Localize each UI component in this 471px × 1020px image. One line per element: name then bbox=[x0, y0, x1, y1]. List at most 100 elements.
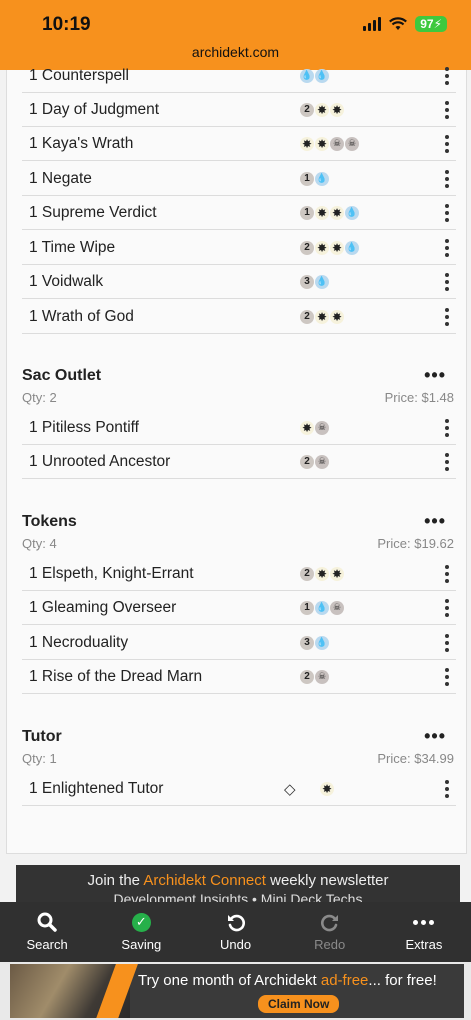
ad-text-pre: Try one month of Archidekt bbox=[138, 972, 321, 989]
mana-blue-icon: 💧 bbox=[315, 274, 329, 289]
kebab-menu-icon[interactable] bbox=[444, 66, 450, 85]
card-row[interactable]: 1 Unrooted Ancestor 2 ☠ bbox=[22, 445, 456, 479]
redo-button[interactable]: Redo bbox=[283, 902, 377, 962]
card-row[interactable]: 1 Wrath of God 2 ✸ ✸ bbox=[22, 300, 456, 334]
kebab-menu-icon[interactable] bbox=[444, 598, 450, 617]
mana-white-icon: ✸ bbox=[315, 205, 329, 220]
mana-generic-icon: 3 bbox=[300, 274, 314, 289]
mana-generic-icon: 2 bbox=[300, 309, 314, 324]
kebab-menu-icon[interactable] bbox=[444, 272, 450, 291]
kebab-menu-icon[interactable] bbox=[444, 418, 450, 437]
mana-white-icon: ✸ bbox=[330, 309, 344, 324]
redo-icon bbox=[320, 914, 338, 932]
undo-button[interactable]: Undo bbox=[188, 902, 282, 962]
card-name[interactable]: 1 Time Wipe bbox=[29, 239, 115, 257]
saving-button[interactable]: ✓ Saving bbox=[94, 902, 188, 962]
card-name[interactable]: 1 Pitiless Pontiff bbox=[29, 419, 139, 437]
search-button[interactable]: Search bbox=[0, 902, 94, 962]
card-name[interactable]: 1 Necroduality bbox=[29, 634, 128, 652]
mana-black-icon: ☠ bbox=[315, 669, 329, 684]
mana-white-icon: ✸ bbox=[315, 102, 329, 117]
kebab-menu-icon[interactable] bbox=[444, 633, 450, 652]
card-name[interactable]: 1 Gleaming Overseer bbox=[29, 599, 176, 617]
undo-icon bbox=[227, 914, 245, 932]
section-qty: Qty: 4 bbox=[22, 536, 57, 551]
extras-label: Extras bbox=[405, 937, 443, 952]
mana-white-icon: ✸ bbox=[300, 136, 314, 151]
kebab-menu-icon[interactable] bbox=[444, 100, 450, 119]
card-name[interactable]: 1 Counterspell bbox=[29, 67, 129, 85]
section-qty: Qty: 2 bbox=[22, 390, 57, 405]
deck-list: 1 Counterspell 💧 💧 1 Day of Judgment 2 ✸ ✸ 1 Ka… bbox=[6, 66, 467, 854]
card-name[interactable]: 1 Elspeth, Knight-Errant bbox=[29, 565, 194, 583]
section-price: Price: $34.99 bbox=[377, 751, 454, 766]
claim-now-button[interactable]: Claim Now bbox=[258, 995, 340, 1013]
charging-icon: ⚡ bbox=[433, 17, 442, 31]
battery-level: 97 bbox=[420, 17, 434, 31]
saving-label: Saving bbox=[121, 937, 162, 952]
card-row[interactable]: 1 Pitiless Pontiff ✸ ☠ bbox=[22, 411, 456, 445]
mana-blue-icon: 💧 bbox=[315, 68, 329, 83]
card-row[interactable]: 1 Elspeth, Knight-Errant 2 ✸ ✸ bbox=[22, 557, 456, 591]
mana-white-icon: ✸ bbox=[315, 240, 329, 255]
more-icon bbox=[413, 919, 435, 925]
section-options-button[interactable]: ••• bbox=[424, 726, 446, 747]
mana-black-icon: ☠ bbox=[345, 136, 359, 151]
card-name[interactable]: 1 Rise of the Dread Marn bbox=[29, 668, 202, 686]
card-name[interactable]: 1 Negate bbox=[29, 170, 92, 188]
section-options-button[interactable]: ••• bbox=[424, 365, 446, 386]
card-row[interactable]: 1 Supreme Verdict 1 ✸ ✸ 💧 bbox=[22, 196, 456, 230]
section-qty: Qty: 1 bbox=[22, 751, 57, 766]
card-name[interactable]: 1 Wrath of God bbox=[29, 308, 134, 326]
section-price: Price: $1.48 bbox=[384, 390, 454, 405]
mana-cost: 3 💧 bbox=[300, 635, 329, 650]
card-row[interactable]: 1 Counterspell 💧 💧 bbox=[22, 59, 456, 93]
section-price: Price: $19.62 bbox=[377, 536, 454, 551]
card-row[interactable]: 1 Rise of the Dread Marn 2 ☠ bbox=[22, 660, 456, 694]
kebab-menu-icon[interactable] bbox=[444, 238, 450, 257]
clock: 10:19 bbox=[42, 14, 91, 35]
section-options-button[interactable]: ••• bbox=[424, 511, 446, 532]
card-row[interactable]: 1 Voidwalk 3 💧 bbox=[22, 265, 456, 299]
kebab-menu-icon[interactable] bbox=[444, 203, 450, 222]
card-row[interactable]: 1 Enlightened Tutor ◇ ✸ bbox=[22, 772, 456, 806]
kebab-menu-icon[interactable] bbox=[444, 307, 450, 326]
mana-generic-icon: 1 bbox=[300, 600, 314, 615]
mana-white-icon: ✸ bbox=[315, 566, 329, 581]
mana-blue-icon: 💧 bbox=[315, 635, 329, 650]
undo-label: Undo bbox=[219, 937, 252, 952]
search-label: Search bbox=[26, 937, 68, 952]
gem-icon[interactable]: ◇ bbox=[284, 780, 296, 798]
card-name[interactable]: 1 Kaya's Wrath bbox=[29, 135, 133, 153]
kebab-menu-icon[interactable] bbox=[444, 564, 450, 583]
kebab-menu-icon[interactable] bbox=[444, 169, 450, 188]
mana-cost: 2 ✸ ✸ bbox=[300, 102, 344, 117]
kebab-menu-icon[interactable] bbox=[444, 452, 450, 471]
card-name[interactable]: 1 Unrooted Ancestor bbox=[29, 453, 170, 471]
card-name[interactable]: 1 Voidwalk bbox=[29, 273, 103, 291]
card-row[interactable]: 1 Day of Judgment 2 ✸ ✸ bbox=[22, 93, 456, 127]
mana-white-icon: ✸ bbox=[330, 205, 344, 220]
card-row[interactable]: 1 Gleaming Overseer 1 💧 ☠ bbox=[22, 591, 456, 625]
card-row[interactable]: 1 Negate 1 💧 bbox=[22, 162, 456, 196]
mana-cost: ✸ bbox=[320, 781, 334, 796]
mana-cost: 1 💧 bbox=[300, 171, 329, 186]
card-name[interactable]: 1 Supreme Verdict bbox=[29, 204, 157, 222]
ad-banner[interactable]: Try one month of Archidekt ad-free... fo… bbox=[0, 962, 471, 1020]
kebab-menu-icon[interactable] bbox=[444, 134, 450, 153]
cellular-signal-icon bbox=[363, 17, 382, 31]
card-name[interactable]: 1 Enlightened Tutor bbox=[29, 780, 163, 798]
url-bar[interactable]: archidekt.com bbox=[0, 44, 471, 60]
kebab-menu-icon[interactable] bbox=[444, 779, 450, 798]
card-row[interactable]: 1 Kaya's Wrath ✸ ✸ ☠ ☠ bbox=[22, 127, 456, 161]
card-row[interactable]: 1 Necroduality 3 💧 bbox=[22, 626, 456, 660]
card-row[interactable]: 1 Time Wipe 2 ✸ ✸ 💧 bbox=[22, 231, 456, 265]
mana-generic-icon: 2 bbox=[300, 240, 314, 255]
kebab-menu-icon[interactable] bbox=[444, 667, 450, 686]
mana-blue-icon: 💧 bbox=[345, 205, 359, 220]
mana-cost: 2 ☠ bbox=[300, 454, 329, 469]
extras-button[interactable]: Extras bbox=[377, 902, 471, 962]
card-name[interactable]: 1 Day of Judgment bbox=[29, 101, 159, 119]
newsletter-banner[interactable]: Join the Archidekt Connect weekly newsle… bbox=[16, 865, 460, 903]
mana-blue-icon: 💧 bbox=[315, 600, 329, 615]
